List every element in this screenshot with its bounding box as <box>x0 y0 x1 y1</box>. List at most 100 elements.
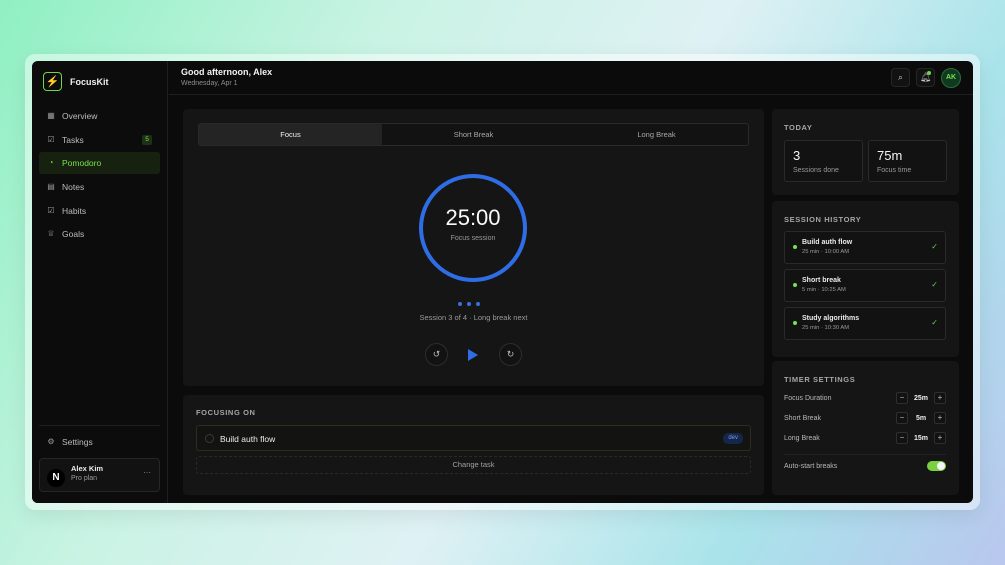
timer-settings-panel: TIMER SETTINGS Focus Duration − 25m + Sh… <box>772 361 959 495</box>
history-name: Study algorithms <box>802 315 860 322</box>
timer-label: Focus session <box>450 235 496 242</box>
sidebar: ⚡ FocusKit ▦ Overview ☑ Tasks 5 ◔ Pomodo… <box>32 61 168 503</box>
list-item[interactable]: Short break 5 min · 10:25 AM ✓ <box>784 269 946 302</box>
stat-focus-time: 75m Focus time <box>868 140 947 182</box>
sidebar-item-label: Notes <box>62 182 85 193</box>
stat-label: Sessions done <box>793 167 839 174</box>
user-plan: Pro plan <box>71 475 98 482</box>
change-task-button[interactable]: Change task <box>196 456 751 474</box>
stat-label: Focus time <box>877 167 912 174</box>
session-history-panel: SESSION HISTORY Build auth flow 25 min ·… <box>772 201 959 357</box>
sidebar-item-label: Goals <box>62 229 85 240</box>
setting-label: Long Break <box>784 435 820 442</box>
notifications-button[interactable]: 🔔︎ <box>916 68 935 87</box>
setting-value: 25m <box>913 394 928 402</box>
checkbox-icon: ☑ <box>47 134 55 144</box>
decrement-button[interactable]: − <box>896 392 908 404</box>
long-break-stepper: − 15m + <box>896 432 946 444</box>
focus-duration-stepper: − 25m + <box>896 392 946 404</box>
search-button[interactable]: ⌕ <box>891 68 910 87</box>
setting-label: Auto-start breaks <box>784 463 838 470</box>
tab-short-break[interactable]: Short Break <box>382 124 565 145</box>
document-icon: ▤ <box>47 182 55 192</box>
timer-icon: ◔ <box>48 158 54 168</box>
sidebar-item-label: Settings <box>62 437 93 447</box>
tab-long-break[interactable]: Long Break <box>565 124 748 145</box>
grid-icon: ▦ <box>47 111 55 120</box>
setting-value: 5m <box>915 414 927 422</box>
sidebar-item-label: Overview <box>62 111 98 121</box>
app-name: FocusKit <box>70 76 109 87</box>
refresh-icon: ↻ <box>506 349 515 359</box>
stat-sessions: 3 Sessions done <box>784 140 863 182</box>
reset-icon: ↺ <box>432 349 441 359</box>
stat-value: 3 <box>793 148 801 163</box>
task-tag: dev <box>723 433 743 444</box>
sidebar-item-label: Pomodoro <box>62 158 102 169</box>
sidebar-item-goals[interactable]: ♕ Goals <box>39 223 160 245</box>
today-panel: TODAY 3 Sessions done 75m Focus time <box>772 109 959 195</box>
session-dots <box>458 302 480 306</box>
short-break-row: Short Break − 5m + <box>784 412 946 426</box>
reset-button[interactable]: ↺ <box>425 343 448 366</box>
auto-start-toggle[interactable] <box>927 461 946 471</box>
decrement-button[interactable]: − <box>896 412 908 424</box>
timer-ring: 25:00 Focus session <box>417 172 529 284</box>
list-item[interactable]: Study algorithms 25 min · 10:30 AM ✓ <box>784 307 946 340</box>
status-dot <box>793 321 797 325</box>
status-dot <box>793 283 797 287</box>
section-title: TIMER SETTINGS <box>784 375 856 384</box>
history-name: Short break <box>802 277 841 284</box>
long-break-row: Long Break − 15m + <box>784 432 946 446</box>
sidebar-item-habits[interactable]: ☑ Habits <box>39 200 160 222</box>
history-meta: 25 min · 10:00 AM <box>802 249 850 255</box>
date-label: Wednesday, Apr 1 <box>181 80 238 87</box>
sidebar-item-tasks[interactable]: ☑ Tasks 5 <box>39 129 160 151</box>
session-dot <box>458 302 462 306</box>
sidebar-item-pomodoro[interactable]: ◔ Pomodoro <box>39 152 160 175</box>
sidebar-item-settings[interactable]: ⚙ Settings <box>39 431 160 453</box>
increment-button[interactable]: + <box>934 392 946 404</box>
section-title: TODAY <box>784 123 813 132</box>
avatar: N <box>47 469 65 487</box>
avatar[interactable]: AK <box>941 68 961 88</box>
list-item[interactable]: Build auth flow 25 min · 10:00 AM ✓ <box>784 231 946 264</box>
increment-button[interactable]: + <box>934 432 946 444</box>
setting-label: Focus Duration <box>784 395 832 402</box>
history-name: Build auth flow <box>802 239 853 246</box>
history-meta: 25 min · 10:30 AM <box>802 325 850 331</box>
notification-dot <box>927 71 931 75</box>
status-dot <box>793 245 797 249</box>
task-radio[interactable] <box>205 434 214 443</box>
current-task[interactable]: Build auth flow dev <box>196 425 751 451</box>
tasks-count-badge: 5 <box>142 134 152 145</box>
app-logo[interactable]: ⚡ FocusKit <box>43 72 109 91</box>
timer-card: Focus Short Break Long Break 25:00 Focus… <box>183 109 764 386</box>
stat-value: 75m <box>877 148 903 163</box>
search-icon: ⌕ <box>897 72 904 82</box>
check-icon: ✓ <box>931 318 938 327</box>
user-card[interactable]: N Alex Kim Pro plan ··· <box>39 458 160 492</box>
task-name: Build auth flow <box>220 434 276 444</box>
section-title: SESSION HISTORY <box>784 215 862 224</box>
focus-duration-row: Focus Duration − 25m + <box>784 392 946 406</box>
app-window: ⚡ FocusKit ▦ Overview ☑ Tasks 5 ◔ Pomodo… <box>32 61 973 503</box>
increment-button[interactable]: + <box>934 412 946 424</box>
decrement-button[interactable]: − <box>896 432 908 444</box>
checkbox-icon: ☑ <box>47 205 55 215</box>
tab-focus[interactable]: Focus <box>199 124 382 145</box>
play-icon[interactable] <box>468 349 478 361</box>
skip-button[interactable]: ↻ <box>499 343 522 366</box>
user-name: Alex Kim <box>71 464 104 473</box>
auto-start-row: Auto-start breaks <box>784 460 946 474</box>
short-break-stepper: − 5m + <box>896 412 946 424</box>
sidebar-divider <box>39 425 160 426</box>
more-icon[interactable]: ··· <box>143 468 151 477</box>
sidebar-item-notes[interactable]: ▤ Notes <box>39 176 160 198</box>
header: Good afternoon, Alex Wednesday, Apr 1 ⌕ … <box>169 61 973 95</box>
sidebar-item-overview[interactable]: ▦ Overview <box>39 105 160 127</box>
session-progress-text: Session 3 of 4 · Long break next <box>419 313 528 322</box>
greeting: Good afternoon, Alex <box>181 67 273 77</box>
setting-label: Short Break <box>784 415 821 422</box>
divider <box>784 454 946 455</box>
